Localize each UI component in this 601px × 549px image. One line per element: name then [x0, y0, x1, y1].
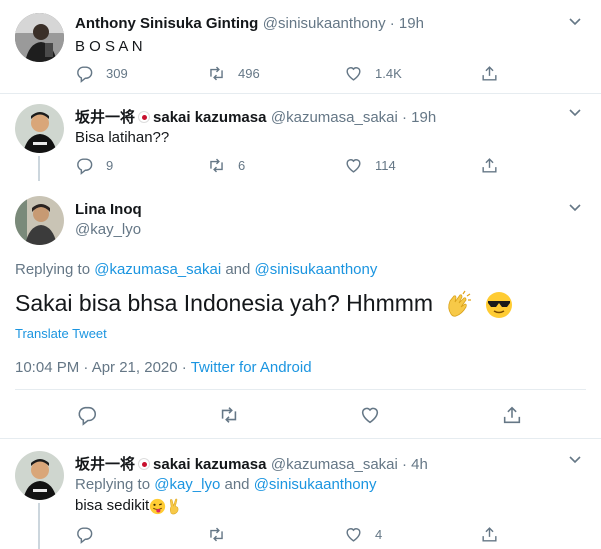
mention-link[interactable]: @kazumasa_sakai — [94, 261, 221, 278]
chevron-down-icon[interactable] — [568, 201, 582, 215]
like-count: 114 — [375, 158, 396, 173]
handle-time[interactable]: @kazumasa_sakai · 4h — [271, 456, 428, 473]
replying-to: Replying to @kay_lyo and @sinisukaanthon… — [75, 476, 377, 493]
tweet-text: B O S A N — [75, 38, 143, 55]
display-name[interactable]: Lina Inoq — [75, 201, 142, 218]
winking-tongue-face-icon — [150, 498, 166, 514]
replying-prefix: Replying to — [15, 261, 91, 278]
display-name[interactable]: sakai kazumasa — [153, 456, 266, 473]
retweet-icon — [210, 66, 223, 81]
japan-flag-icon — [138, 111, 151, 123]
victory-hand-icon — [170, 498, 179, 514]
clapping-hands-icon — [448, 290, 472, 317]
share-icon[interactable] — [480, 64, 499, 83]
heart-icon — [346, 528, 361, 542]
source-link[interactable]: Twitter for Android — [191, 359, 312, 376]
retweet-count: 496 — [238, 66, 260, 81]
reply-button[interactable] — [75, 525, 106, 544]
retweet-icon — [210, 527, 223, 542]
japan-flag-icon — [138, 458, 151, 470]
handle-time[interactable]: @kazumasa_sakai · 19h — [271, 109, 436, 126]
retweet-icon — [210, 158, 223, 173]
share-icon[interactable] — [501, 404, 523, 426]
share-icon[interactable] — [480, 525, 499, 544]
heart-icon — [346, 67, 361, 81]
chevron-down-icon[interactable] — [568, 15, 582, 29]
avatar-image — [15, 196, 64, 245]
retweet-icon[interactable] — [218, 404, 240, 426]
chevron-down-icon[interactable] — [568, 453, 582, 467]
sunglasses-face-icon — [485, 292, 512, 318]
mention-link[interactable]: @sinisukaanthony — [255, 261, 378, 278]
retweet-button[interactable] — [207, 525, 238, 544]
like-button[interactable]: 114 — [344, 156, 396, 175]
avatar-sakai[interactable] — [15, 104, 64, 153]
replying-and: and — [224, 476, 250, 493]
avatar-image — [15, 451, 64, 500]
heart-icon — [346, 159, 361, 173]
reply-icon — [77, 66, 93, 83]
replying-prefix: Replying to — [75, 476, 151, 493]
main-tweet-text: Sakai bisa bhsa Indonesia yah? Hhmmm — [15, 290, 514, 320]
tweet-text: Bisa latihan?? — [75, 129, 170, 146]
mention-link[interactable]: @kay_lyo — [154, 476, 220, 493]
like-button[interactable]: 4 — [344, 525, 382, 544]
handle[interactable]: @kay_lyo — [75, 221, 141, 238]
thread-line — [38, 503, 40, 549]
retweet-button[interactable]: 496 — [207, 64, 260, 83]
avatar-anthony[interactable] — [15, 13, 64, 62]
like-button[interactable]: 1.4K — [344, 64, 402, 83]
reply-button[interactable]: 9 — [75, 156, 113, 175]
divider — [0, 438, 601, 439]
reply-icon — [77, 527, 93, 544]
display-name-cjk[interactable]: 坂井一将 — [75, 109, 135, 126]
handle-time[interactable]: @sinisukaanthony · 19h — [263, 15, 424, 32]
reply-count: 9 — [106, 158, 114, 173]
avatar-image — [15, 104, 64, 153]
reply-icon[interactable] — [76, 404, 98, 426]
translate-tweet-link[interactable]: Translate Tweet — [15, 326, 107, 341]
retweet-button[interactable]: 6 — [207, 156, 245, 175]
thread-line — [38, 156, 40, 181]
display-name[interactable]: sakai kazumasa — [153, 109, 266, 126]
reply-count: 309 — [106, 66, 128, 81]
avatar-image — [15, 13, 64, 62]
share-icon[interactable] — [480, 156, 499, 175]
retweet-count: 6 — [238, 158, 246, 173]
avatar-lina[interactable] — [15, 196, 64, 245]
replying-to: Replying to @kazumasa_sakai and @sinisuk… — [15, 261, 377, 278]
display-name-cjk[interactable]: 坂井一将 — [75, 456, 135, 473]
tweet-text: Sakai bisa bhsa Indonesia yah? Hhmmm — [15, 290, 434, 317]
display-name[interactable]: Anthony Sinisuka Ginting — [75, 15, 258, 32]
divider — [15, 389, 586, 390]
reply-icon — [77, 158, 93, 175]
mention-link[interactable]: @sinisukaanthony — [254, 476, 377, 493]
avatar-sakai[interactable] — [15, 451, 64, 500]
heart-icon[interactable] — [359, 404, 381, 426]
timestamp[interactable]: 10:04 PM · Apr 21, 2020 · — [15, 359, 187, 376]
like-count: 4 — [375, 527, 383, 542]
divider — [0, 93, 601, 94]
reply-button[interactable]: 309 — [75, 64, 128, 83]
replying-and: and — [225, 261, 251, 278]
tweet-text: bisa sedikit — [75, 497, 150, 514]
tweet-text-row: bisa sedikit — [75, 497, 183, 515]
chevron-down-icon[interactable] — [568, 106, 582, 120]
like-count: 1.4K — [375, 66, 402, 81]
